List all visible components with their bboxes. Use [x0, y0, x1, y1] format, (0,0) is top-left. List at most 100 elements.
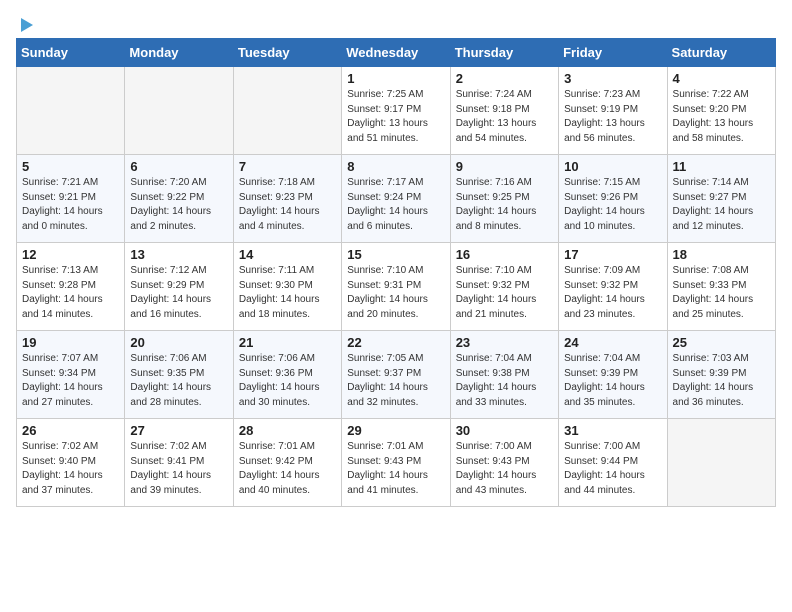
- day-number: 4: [673, 71, 770, 86]
- day-number: 20: [130, 335, 227, 350]
- day-number: 18: [673, 247, 770, 262]
- cell-info: Sunrise: 7:07 AM Sunset: 9:34 PM Dayligh…: [22, 352, 119, 410]
- cell-info: Sunrise: 7:09 AM Sunset: 9:32 PM Dayligh…: [564, 264, 661, 322]
- logo: [16, 16, 35, 30]
- day-number: 10: [564, 159, 661, 174]
- calendar-cell: [667, 419, 775, 507]
- cell-info: Sunrise: 7:08 AM Sunset: 9:33 PM Dayligh…: [673, 264, 770, 322]
- calendar-cell: 5Sunrise: 7:21 AM Sunset: 9:21 PM Daylig…: [17, 155, 125, 243]
- calendar-cell: 19Sunrise: 7:07 AM Sunset: 9:34 PM Dayli…: [17, 331, 125, 419]
- calendar-cell: 8 Sunrise: 7:17 AM Sunset: 9:24 PM Daylig…: [342, 155, 450, 243]
- cell-info: Sunrise: 7:25 AM Sunset: 9:17 PM Dayligh…: [347, 88, 444, 146]
- day-header-friday: Friday: [559, 39, 667, 67]
- calendar-cell: 28 Sunrise: 7:01 AM Sunset: 9:42 PM Dayli…: [233, 419, 341, 507]
- calendar-cell: [17, 67, 125, 155]
- day-number: 30: [456, 423, 553, 438]
- calendar-week-row: 1 Sunrise: 7:25 AM Sunset: 9:17 PM Daylig…: [17, 67, 776, 155]
- cell-info: Sunrise: 7:06 AM Sunset: 9:36 PM Dayligh…: [239, 352, 336, 410]
- calendar-week-row: 26Sunrise: 7:02 AM Sunset: 9:40 PM Dayli…: [17, 419, 776, 507]
- calendar-cell: 17 Sunrise: 7:09 AM Sunset: 9:32 PM Dayli…: [559, 243, 667, 331]
- calendar-cell: 23Sunrise: 7:04 AM Sunset: 9:38 PM Dayli…: [450, 331, 558, 419]
- day-number: 9: [456, 159, 553, 174]
- calendar-cell: [125, 67, 233, 155]
- day-number: 31: [564, 423, 661, 438]
- day-number: 26: [22, 423, 119, 438]
- calendar-cell: 20 Sunrise: 7:06 AM Sunset: 9:35 PM Dayli…: [125, 331, 233, 419]
- cell-info: Sunrise: 7:02 AM Sunset: 9:41 PM Dayligh…: [130, 440, 227, 498]
- calendar-cell: 30 Sunrise: 7:00 AM Sunset: 9:43 PM Dayli…: [450, 419, 558, 507]
- day-number: 14: [239, 247, 336, 262]
- day-number: 13: [130, 247, 227, 262]
- day-number: 3: [564, 71, 661, 86]
- day-header-saturday: Saturday: [667, 39, 775, 67]
- day-header-monday: Monday: [125, 39, 233, 67]
- calendar-cell: [233, 67, 341, 155]
- cell-info: Sunrise: 7:04 AM Sunset: 9:38 PM Dayligh…: [456, 352, 553, 410]
- day-number: 11: [673, 159, 770, 174]
- cell-info: Sunrise: 7:00 AM Sunset: 9:44 PM Dayligh…: [564, 440, 661, 498]
- calendar-cell: 16 Sunrise: 7:10 AM Sunset: 9:32 PM Dayli…: [450, 243, 558, 331]
- cell-info: Sunrise: 7:17 AM Sunset: 9:24 PM Dayligh…: [347, 176, 444, 234]
- calendar-cell: 3 Sunrise: 7:23 AM Sunset: 9:19 PM Daylig…: [559, 67, 667, 155]
- calendar-cell: 13 Sunrise: 7:12 AM Sunset: 9:29 PM Dayli…: [125, 243, 233, 331]
- day-number: 8: [347, 159, 444, 174]
- day-number: 21: [239, 335, 336, 350]
- calendar-cell: 26Sunrise: 7:02 AM Sunset: 9:40 PM Dayli…: [17, 419, 125, 507]
- cell-info: Sunrise: 7:22 AM Sunset: 9:20 PM Dayligh…: [673, 88, 770, 146]
- calendar-table: SundayMondayTuesdayWednesdayThursdayFrid…: [16, 38, 776, 507]
- day-header-thursday: Thursday: [450, 39, 558, 67]
- day-number: 1: [347, 71, 444, 86]
- page-header: [16, 16, 776, 30]
- day-number: 22: [347, 335, 444, 350]
- cell-info: Sunrise: 7:18 AM Sunset: 9:23 PM Dayligh…: [239, 176, 336, 234]
- day-number: 24: [564, 335, 661, 350]
- cell-info: Sunrise: 7:06 AM Sunset: 9:35 PM Dayligh…: [130, 352, 227, 410]
- calendar-cell: 31 Sunrise: 7:00 AM Sunset: 9:44 PM Dayli…: [559, 419, 667, 507]
- cell-info: Sunrise: 7:01 AM Sunset: 9:42 PM Dayligh…: [239, 440, 336, 498]
- calendar-cell: 29Sunrise: 7:01 AM Sunset: 9:43 PM Dayli…: [342, 419, 450, 507]
- calendar-cell: 4 Sunrise: 7:22 AM Sunset: 9:20 PM Daylig…: [667, 67, 775, 155]
- logo-triangle-icon: [17, 16, 35, 34]
- calendar-cell: 9 Sunrise: 7:16 AM Sunset: 9:25 PM Daylig…: [450, 155, 558, 243]
- calendar-week-row: 12 Sunrise: 7:13 AM Sunset: 9:28 PM Dayli…: [17, 243, 776, 331]
- cell-info: Sunrise: 7:15 AM Sunset: 9:26 PM Dayligh…: [564, 176, 661, 234]
- cell-info: Sunrise: 7:10 AM Sunset: 9:31 PM Dayligh…: [347, 264, 444, 322]
- calendar-cell: 6Sunrise: 7:20 AM Sunset: 9:22 PM Daylig…: [125, 155, 233, 243]
- cell-info: Sunrise: 7:04 AM Sunset: 9:39 PM Dayligh…: [564, 352, 661, 410]
- cell-info: Sunrise: 7:20 AM Sunset: 9:22 PM Dayligh…: [130, 176, 227, 234]
- day-number: 25: [673, 335, 770, 350]
- cell-info: Sunrise: 7:21 AM Sunset: 9:21 PM Dayligh…: [22, 176, 119, 234]
- calendar-cell: 2 Sunrise: 7:24 AM Sunset: 9:18 PM Daylig…: [450, 67, 558, 155]
- calendar-cell: 1 Sunrise: 7:25 AM Sunset: 9:17 PM Daylig…: [342, 67, 450, 155]
- calendar-cell: 21 Sunrise: 7:06 AM Sunset: 9:36 PM Dayli…: [233, 331, 341, 419]
- day-number: 2: [456, 71, 553, 86]
- calendar-cell: 25 Sunrise: 7:03 AM Sunset: 9:39 PM Dayli…: [667, 331, 775, 419]
- day-number: 28: [239, 423, 336, 438]
- cell-info: Sunrise: 7:16 AM Sunset: 9:25 PM Dayligh…: [456, 176, 553, 234]
- calendar-week-row: 5Sunrise: 7:21 AM Sunset: 9:21 PM Daylig…: [17, 155, 776, 243]
- calendar-cell: 22Sunrise: 7:05 AM Sunset: 9:37 PM Dayli…: [342, 331, 450, 419]
- cell-info: Sunrise: 7:24 AM Sunset: 9:18 PM Dayligh…: [456, 88, 553, 146]
- day-number: 17: [564, 247, 661, 262]
- day-header-wednesday: Wednesday: [342, 39, 450, 67]
- calendar-cell: 11 Sunrise: 7:14 AM Sunset: 9:27 PM Dayli…: [667, 155, 775, 243]
- day-number: 12: [22, 247, 119, 262]
- day-number: 7: [239, 159, 336, 174]
- calendar-cell: 14 Sunrise: 7:11 AM Sunset: 9:30 PM Dayli…: [233, 243, 341, 331]
- cell-info: Sunrise: 7:23 AM Sunset: 9:19 PM Dayligh…: [564, 88, 661, 146]
- day-number: 16: [456, 247, 553, 262]
- calendar-header-row: SundayMondayTuesdayWednesdayThursdayFrid…: [17, 39, 776, 67]
- cell-info: Sunrise: 7:03 AM Sunset: 9:39 PM Dayligh…: [673, 352, 770, 410]
- day-number: 15: [347, 247, 444, 262]
- calendar-cell: 24 Sunrise: 7:04 AM Sunset: 9:39 PM Dayli…: [559, 331, 667, 419]
- calendar-cell: 15 Sunrise: 7:10 AM Sunset: 9:31 PM Dayli…: [342, 243, 450, 331]
- calendar-cell: 7 Sunrise: 7:18 AM Sunset: 9:23 PM Daylig…: [233, 155, 341, 243]
- calendar-week-row: 19Sunrise: 7:07 AM Sunset: 9:34 PM Dayli…: [17, 331, 776, 419]
- cell-info: Sunrise: 7:12 AM Sunset: 9:29 PM Dayligh…: [130, 264, 227, 322]
- cell-info: Sunrise: 7:11 AM Sunset: 9:30 PM Dayligh…: [239, 264, 336, 322]
- day-number: 29: [347, 423, 444, 438]
- cell-info: Sunrise: 7:10 AM Sunset: 9:32 PM Dayligh…: [456, 264, 553, 322]
- cell-info: Sunrise: 7:13 AM Sunset: 9:28 PM Dayligh…: [22, 264, 119, 322]
- cell-info: Sunrise: 7:00 AM Sunset: 9:43 PM Dayligh…: [456, 440, 553, 498]
- cell-info: Sunrise: 7:14 AM Sunset: 9:27 PM Dayligh…: [673, 176, 770, 234]
